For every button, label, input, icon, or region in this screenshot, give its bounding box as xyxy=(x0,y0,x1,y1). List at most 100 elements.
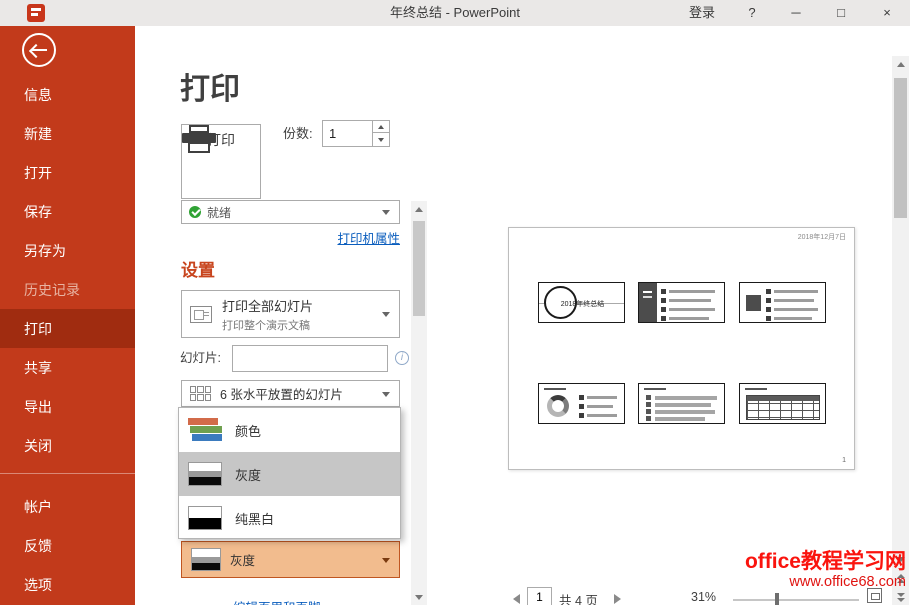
chevron-down-icon xyxy=(382,210,390,215)
next-page-button[interactable] xyxy=(614,594,621,604)
copies-increment-button[interactable] xyxy=(373,121,389,133)
slide-thumbnail-1: 2018年终总结 xyxy=(538,282,625,323)
preview-slide-number: 1 xyxy=(842,457,846,464)
color-mode-dropdown[interactable]: 灰度 xyxy=(181,541,400,578)
print-range-subtitle: 打印整个演示文稿 xyxy=(222,319,310,332)
zoom-slider-thumb[interactable] xyxy=(775,593,779,605)
slide-thumbnail-5 xyxy=(638,383,725,424)
previous-page-button[interactable] xyxy=(513,594,520,604)
window-controls: 登录 ? ─ □ × xyxy=(674,0,910,26)
sign-in-button[interactable]: 登录 xyxy=(674,0,730,26)
site-watermark: office教程学习网 www.office68.com xyxy=(745,550,906,591)
scrollbar-thumb[interactable] xyxy=(894,78,907,218)
sidebar-item-close-file[interactable]: 关闭 xyxy=(0,426,135,465)
printer-properties-link[interactable]: 打印机属性 xyxy=(337,232,400,246)
zoom-percentage: 31% xyxy=(691,590,717,604)
watermark-title: office教程学习网 xyxy=(744,550,906,573)
sidebar-item-options[interactable]: 选项 xyxy=(0,565,135,604)
sidebar-item-account[interactable]: 帐户 xyxy=(0,487,135,526)
slide-thumbnail-2 xyxy=(638,282,725,323)
scroll-up-button[interactable] xyxy=(892,56,909,72)
copies-spinner xyxy=(372,121,389,146)
watermark-url: www.office68.com xyxy=(789,574,906,591)
settings-scrollbar[interactable] xyxy=(411,201,427,605)
print-range-text: 打印全部幻灯片 打印整个演示文稿 xyxy=(222,296,313,333)
printer-ready-icon xyxy=(189,206,201,218)
slides-range-input[interactable] xyxy=(232,345,388,372)
zoom-slider-track[interactable] xyxy=(733,599,859,601)
sidebar-item-share[interactable]: 共享 xyxy=(0,348,135,387)
slides-range-icon xyxy=(190,305,212,323)
double-arrow-down-icon xyxy=(896,592,905,602)
arrow-up-icon xyxy=(415,206,423,212)
layout-dropdown[interactable]: 6 张水平放置的幻灯片 xyxy=(181,380,400,407)
titlebar: 年终总结 - PowerPoint 登录 ? ─ □ × xyxy=(0,0,910,26)
sidebar-item-history[interactable]: 历史记录 xyxy=(0,270,135,309)
current-page-input[interactable] xyxy=(527,587,552,605)
title-slide-text: 2018年终总结 xyxy=(560,301,605,308)
color-option-pure-bw[interactable]: 纯黑白 xyxy=(179,496,400,540)
six-slides-layout-icon xyxy=(190,386,211,401)
color-option-grayscale[interactable]: 灰度 xyxy=(179,452,400,496)
donut-chart-decoration xyxy=(547,395,569,417)
minimize-button[interactable]: ─ xyxy=(774,0,818,26)
back-button[interactable] xyxy=(22,33,56,67)
pure-bw-mode-icon xyxy=(188,506,222,530)
scrollbar-thumb[interactable] xyxy=(413,221,425,316)
powerpoint-backstage-window: 年终总结 - PowerPoint 登录 ? ─ □ × 信息 新建 打开 保存… xyxy=(0,0,910,605)
sidebar-item-print[interactable]: 打印 xyxy=(0,309,135,348)
sidebar-menu: 信息 新建 打开 保存 另存为 历史记录 打印 共享 导出 关闭 帐户 反馈 选… xyxy=(0,75,135,604)
arrow-down-icon xyxy=(415,594,423,600)
sidebar-divider xyxy=(0,473,135,474)
preview-scrollbar[interactable] xyxy=(892,56,909,605)
print-range-dropdown[interactable]: 打印全部幻灯片 打印整个演示文稿 xyxy=(181,290,400,338)
chevron-down-icon xyxy=(382,391,390,397)
color-mode-dropdown-label: 灰度 xyxy=(230,554,256,568)
spinner-up-icon xyxy=(378,124,384,129)
sidebar-item-open[interactable]: 打开 xyxy=(0,153,135,192)
info-icon[interactable] xyxy=(395,351,409,365)
settings-heading: 设置 xyxy=(181,261,215,280)
backstage-sidebar: 信息 新建 打开 保存 另存为 历史记录 打印 共享 导出 关闭 帐户 反馈 选… xyxy=(0,26,135,605)
sidebar-item-info[interactable]: 信息 xyxy=(0,75,135,114)
maximize-button[interactable]: □ xyxy=(818,0,864,26)
copies-decrement-button[interactable] xyxy=(373,134,389,146)
preview-date-text: 2018年12月7日 xyxy=(797,234,846,241)
slide-thumbnail-6 xyxy=(739,383,826,424)
scroll-down-button[interactable] xyxy=(411,589,427,605)
slide-thumbnail-3 xyxy=(739,282,826,323)
slide-thumbnail-4 xyxy=(538,383,625,424)
edit-header-footer-link[interactable]: 编辑页眉和页脚 xyxy=(233,597,321,605)
arrow-up-icon xyxy=(896,61,905,67)
slides-label: 幻灯片: xyxy=(180,351,221,365)
sidebar-item-save[interactable]: 保存 xyxy=(0,192,135,231)
page-total-label: 共 4 页 xyxy=(559,594,598,605)
copies-label: 份数: xyxy=(283,126,313,141)
printer-dropdown[interactable]: 就绪 xyxy=(181,200,400,224)
color-mode-icon xyxy=(188,418,222,442)
copies-stepper xyxy=(322,120,390,147)
printer-status: 就绪 xyxy=(207,205,232,220)
print-backstage: 打印 打印 份数: 就绪 打印机属性 设置 打印全部幻灯片 xyxy=(135,26,910,605)
chevron-down-icon xyxy=(382,312,390,317)
copies-input[interactable] xyxy=(323,121,372,146)
sidebar-item-feedback[interactable]: 反馈 xyxy=(0,526,135,565)
grayscale-mode-icon xyxy=(188,462,222,486)
table-decoration xyxy=(746,395,820,420)
sidebar-item-save-as[interactable]: 另存为 xyxy=(0,231,135,270)
scroll-up-button[interactable] xyxy=(411,201,427,217)
page-title: 打印 xyxy=(180,73,240,106)
chevron-down-icon xyxy=(382,557,390,563)
spinner-down-icon xyxy=(378,138,384,142)
print-preview-page: 2018年12月7日 2018年终总结 1 xyxy=(508,227,855,470)
help-button[interactable]: ? xyxy=(730,0,774,26)
layout-dropdown-label: 6 张水平放置的幻灯片 xyxy=(220,388,343,402)
print-button[interactable]: 打印 xyxy=(181,124,261,199)
print-range-title: 打印全部幻灯片 xyxy=(222,298,314,314)
grayscale-mode-icon xyxy=(191,548,221,571)
next-slide-button[interactable] xyxy=(892,589,909,605)
sidebar-item-new[interactable]: 新建 xyxy=(0,114,135,153)
sidebar-item-export[interactable]: 导出 xyxy=(0,387,135,426)
close-button[interactable]: × xyxy=(864,0,910,26)
color-option-color[interactable]: 颜色 xyxy=(179,408,400,452)
